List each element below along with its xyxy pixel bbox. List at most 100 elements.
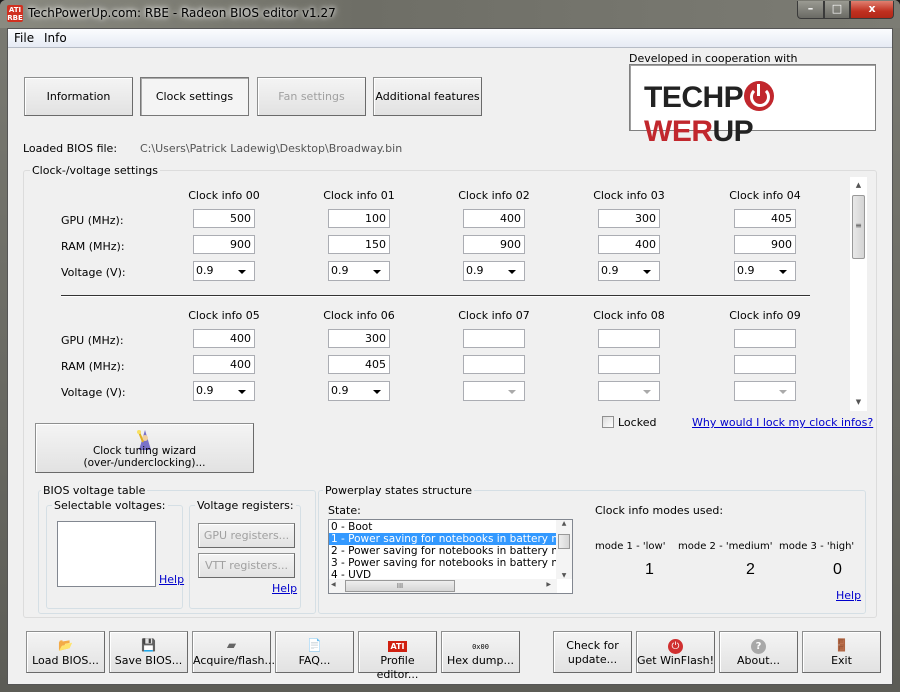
button-label: Load BIOS... bbox=[32, 654, 99, 667]
registers-help-link[interactable]: Help bbox=[272, 582, 297, 595]
powerplay-state-list[interactable]: 0 - Boot 1 - Power saving for notebooks i… bbox=[328, 519, 573, 594]
clock-tuning-wizard-button[interactable]: Clock tuning wizard (over-/underclocking… bbox=[35, 423, 254, 473]
question-icon: ? bbox=[720, 637, 797, 654]
state-list-vscroll[interactable]: ▲ ▼ bbox=[556, 520, 572, 579]
profile-editor-button[interactable]: ATI Profile editor... bbox=[358, 631, 437, 681]
scroll-thumb[interactable]: ≡ bbox=[852, 195, 865, 259]
clock-info-header: Clock info 08 bbox=[593, 309, 665, 322]
ram-clock-input[interactable]: 900 bbox=[463, 235, 525, 254]
state-list-item[interactable]: 1 - Power saving for notebooks in batter… bbox=[329, 533, 557, 545]
voltage-select[interactable]: 0.9 bbox=[598, 261, 660, 281]
gpu-clock-input[interactable]: 405 bbox=[734, 209, 796, 228]
ram-clock-input[interactable] bbox=[734, 355, 796, 374]
gpu-clock-input[interactable] bbox=[598, 329, 660, 348]
ram-clock-input[interactable]: 900 bbox=[734, 235, 796, 254]
gpu-clock-input[interactable]: 400 bbox=[193, 329, 255, 348]
voltage-select[interactable]: 0.9 bbox=[734, 261, 796, 281]
logo-text: TECHPWERUP bbox=[644, 81, 875, 149]
state-list-item[interactable]: 2 - Power saving for notebooks in batter… bbox=[329, 545, 557, 557]
chevron-down-icon[interactable] bbox=[238, 270, 246, 274]
power-icon-glyph: ⏻ bbox=[668, 639, 683, 654]
voltage-select[interactable] bbox=[734, 381, 796, 401]
scroll-left-icon[interactable]: ◀ bbox=[331, 581, 336, 588]
acquire-flash-button[interactable]: ▰ Acquire/flash... bbox=[192, 631, 275, 673]
scroll-down-icon[interactable]: ▼ bbox=[850, 394, 867, 411]
scroll-thumb[interactable]: III bbox=[345, 580, 455, 592]
scroll-up-icon[interactable]: ▲ bbox=[556, 520, 572, 527]
ram-clock-input[interactable]: 400 bbox=[598, 235, 660, 254]
gpu-clock-input[interactable]: 400 bbox=[463, 209, 525, 228]
mode-label: mode 3 - 'high' bbox=[779, 541, 855, 552]
tab-information[interactable]: Information bbox=[24, 77, 133, 116]
state-list-item[interactable]: 4 - UVD bbox=[329, 569, 557, 579]
chevron-down-icon[interactable] bbox=[643, 390, 651, 394]
chevron-down-icon[interactable] bbox=[779, 390, 787, 394]
scroll-right-icon[interactable]: ▶ bbox=[546, 581, 551, 588]
voltage-select[interactable]: 0.9 bbox=[328, 381, 390, 401]
gpu-clock-input[interactable]: 500 bbox=[193, 209, 255, 228]
lock-help-link[interactable]: Why would I lock my clock infos? bbox=[692, 416, 873, 429]
ram-clock-input[interactable] bbox=[463, 355, 525, 374]
close-button[interactable]: x bbox=[850, 1, 894, 19]
chip-icon: ▰ bbox=[193, 637, 270, 654]
state-list-item[interactable]: 0 - Boot bbox=[329, 521, 557, 533]
clock-settings-scrollbar[interactable]: ▲ ≡ ▼ bbox=[850, 177, 867, 411]
chevron-down-icon[interactable] bbox=[779, 270, 787, 274]
voltage-value: 0.9 bbox=[737, 264, 755, 277]
scroll-down-icon[interactable]: ▼ bbox=[556, 572, 572, 579]
selectable-voltages-list[interactable] bbox=[57, 521, 156, 587]
gpu-registers-button[interactable]: GPU registers... bbox=[198, 523, 295, 548]
title-bar[interactable]: ATI RBE TechPowerUp.com: RBE - Radeon BIO… bbox=[0, 0, 900, 28]
voltage-select[interactable]: 0.9 bbox=[193, 261, 255, 281]
mode-value: 2 bbox=[746, 561, 755, 578]
exit-button[interactable]: 🚪 Exit bbox=[802, 631, 881, 673]
powerplay-help-link[interactable]: Help bbox=[836, 589, 861, 602]
gpu-clock-input[interactable] bbox=[463, 329, 525, 348]
gpu-clock-input[interactable]: 300 bbox=[328, 329, 390, 348]
techpowerup-logo[interactable]: TECHPWERUP bbox=[629, 64, 876, 148]
ram-clock-input[interactable]: 400 bbox=[193, 355, 255, 374]
faq-button[interactable]: 📄 FAQ... bbox=[275, 631, 354, 673]
load-bios-button[interactable]: 📂 Load BIOS... bbox=[26, 631, 105, 673]
state-list-hscroll[interactable]: ◀ III ▶ bbox=[329, 579, 557, 593]
ati-rbe-icon[interactable]: ATI RBE bbox=[7, 5, 23, 22]
ram-clock-input[interactable]: 900 bbox=[193, 235, 255, 254]
get-winflash-button[interactable]: ⏻ Get WinFlash! bbox=[636, 631, 715, 673]
minimize-button[interactable]: – bbox=[797, 1, 824, 19]
chevron-down-icon[interactable] bbox=[508, 390, 516, 394]
chevron-down-icon[interactable] bbox=[643, 270, 651, 274]
voltage-select[interactable] bbox=[463, 381, 525, 401]
ram-clock-input[interactable]: 405 bbox=[328, 355, 390, 374]
menu-info[interactable]: Info bbox=[44, 31, 67, 45]
chevron-down-icon[interactable] bbox=[508, 270, 516, 274]
app-window: ATI RBE TechPowerUp.com: RBE - Radeon BIO… bbox=[0, 0, 900, 692]
chevron-down-icon[interactable] bbox=[373, 270, 381, 274]
voltages-help-link[interactable]: Help bbox=[159, 573, 184, 586]
gpu-clock-input[interactable]: 300 bbox=[598, 209, 660, 228]
scroll-thumb[interactable] bbox=[558, 534, 570, 549]
about-button[interactable]: ? About... bbox=[719, 631, 798, 673]
voltage-select[interactable] bbox=[598, 381, 660, 401]
state-list-item[interactable]: 3 - Power saving for notebooks in batter… bbox=[329, 557, 557, 569]
locked-checkbox[interactable] bbox=[602, 416, 614, 428]
menu-file[interactable]: File bbox=[14, 31, 34, 45]
maximize-button[interactable]: □ bbox=[824, 1, 850, 19]
gpu-clock-input[interactable] bbox=[734, 329, 796, 348]
chevron-down-icon[interactable] bbox=[238, 390, 246, 394]
exit-door-icon: 🚪 bbox=[803, 637, 880, 654]
voltage-select[interactable]: 0.9 bbox=[193, 381, 255, 401]
tab-fan-settings[interactable]: Fan settings bbox=[257, 77, 366, 116]
vtt-registers-button[interactable]: VTT registers... bbox=[198, 553, 295, 578]
scroll-up-icon[interactable]: ▲ bbox=[850, 177, 867, 194]
ram-clock-input[interactable] bbox=[598, 355, 660, 374]
ram-clock-input[interactable]: 150 bbox=[328, 235, 390, 254]
voltage-select[interactable]: 0.9 bbox=[328, 261, 390, 281]
check-for-update-button[interactable]: Check for update... bbox=[553, 631, 632, 673]
voltage-select[interactable]: 0.9 bbox=[463, 261, 525, 281]
tab-additional-features[interactable]: Additional features bbox=[373, 77, 482, 116]
tab-clock-settings[interactable]: Clock settings bbox=[140, 77, 249, 116]
hex-dump-button[interactable]: 0x00 Hex dump... bbox=[441, 631, 520, 673]
save-bios-button[interactable]: 💾 Save BIOS... bbox=[109, 631, 188, 673]
gpu-clock-input[interactable]: 100 bbox=[328, 209, 390, 228]
chevron-down-icon[interactable] bbox=[373, 390, 381, 394]
